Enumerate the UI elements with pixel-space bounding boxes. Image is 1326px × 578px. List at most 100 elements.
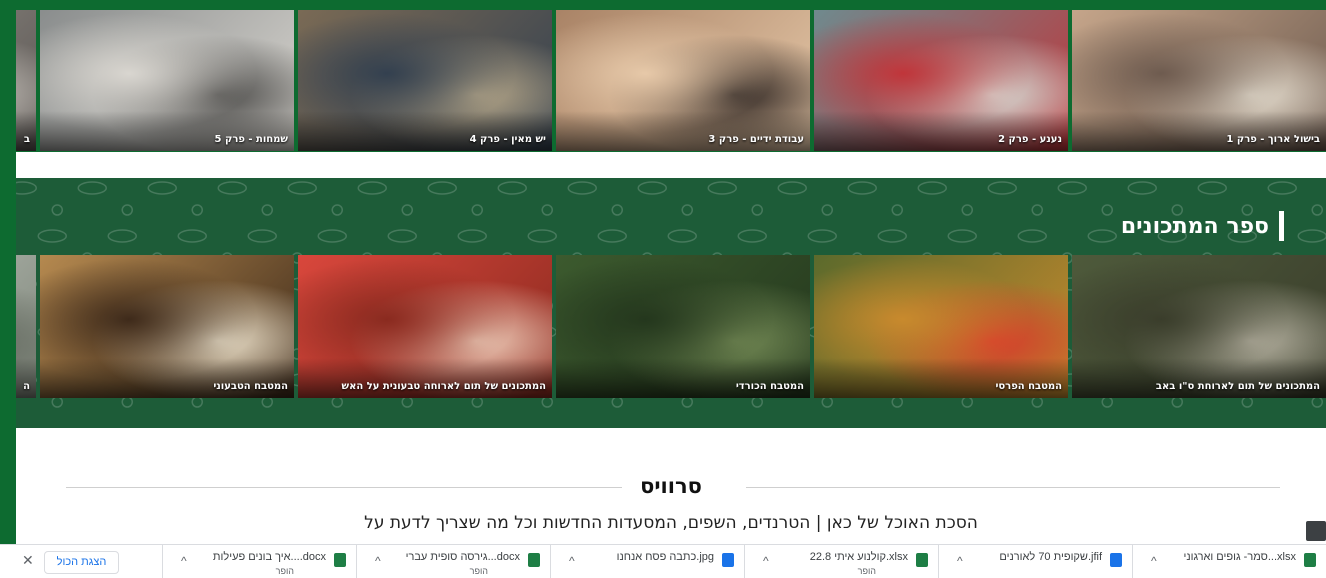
chevron-up-icon[interactable]: ^ bbox=[569, 554, 575, 568]
download-item[interactable]: xlsx.קולנוע איתי 22.8 הופר ^ bbox=[744, 545, 938, 578]
download-item[interactable]: jpg.כתבה פסח אנחנו ^ bbox=[550, 545, 744, 578]
pattern-shape bbox=[777, 181, 807, 195]
pattern-shape bbox=[1031, 204, 1043, 216]
chevron-up-icon[interactable]: ^ bbox=[181, 554, 187, 568]
pattern-shape bbox=[427, 181, 457, 195]
pattern-shape bbox=[1101, 396, 1113, 408]
pattern-shape bbox=[1017, 229, 1047, 243]
service-title[interactable]: סרוויס bbox=[16, 474, 1326, 498]
caption-shade bbox=[40, 358, 294, 398]
pattern-shape bbox=[877, 229, 907, 243]
pattern-shape bbox=[191, 204, 203, 216]
pattern-shape bbox=[611, 396, 623, 408]
pattern-shape bbox=[331, 396, 343, 408]
pattern-shape bbox=[597, 229, 627, 243]
pattern-shape bbox=[77, 181, 107, 195]
recipes-row: המתכונים של תום לארוחת ס"ו באב המטבח הפרס… bbox=[16, 255, 1326, 398]
pattern-shape bbox=[961, 204, 973, 216]
download-item[interactable]: docx...גירסה סופית עברי הופר ^ bbox=[356, 545, 550, 578]
recipe-card[interactable]: המטבח הכורדי bbox=[556, 255, 810, 398]
episode-card[interactable]: שמחות - פרק 5 bbox=[40, 10, 294, 151]
caption-shade bbox=[556, 358, 810, 398]
download-filename: jfif.שקופית 70 לאורנים bbox=[999, 551, 1102, 563]
pattern-shape bbox=[1057, 181, 1087, 195]
pattern-shape bbox=[1031, 396, 1043, 408]
download-filename: docx....איך בונים פעילות bbox=[212, 551, 326, 563]
pattern-shape bbox=[917, 181, 947, 195]
pattern-shape bbox=[1087, 229, 1117, 243]
pattern-shape bbox=[121, 204, 133, 216]
episode-caption: שמחות - פרק 5 bbox=[214, 134, 288, 145]
downloads-bar: ✕ הצגת הכול xlsx...סמר- גופים וארגוני ^ jf… bbox=[0, 544, 1326, 578]
pattern-shape bbox=[331, 204, 343, 216]
chevron-up-icon[interactable]: ^ bbox=[1151, 554, 1157, 568]
chevron-up-icon[interactable]: ^ bbox=[375, 554, 381, 568]
pattern-shape bbox=[947, 229, 977, 243]
episode-card[interactable]: יש מאין - פרק 4 bbox=[298, 10, 552, 151]
recipe-card[interactable]: המתכונים של תום לארוחת ס"ו באב bbox=[1072, 255, 1326, 398]
recipe-caption: המטבח הטבעוני bbox=[213, 381, 288, 392]
recipe-card[interactable]: המטבח הטבעוני bbox=[40, 255, 294, 398]
episode-caption: ב bbox=[23, 134, 30, 145]
recipe-card[interactable]: המטבח הפרסי bbox=[814, 255, 1068, 398]
pattern-shape bbox=[1267, 181, 1297, 195]
download-status: הופר bbox=[469, 566, 488, 576]
pattern-shape bbox=[457, 229, 487, 243]
caption-shade bbox=[1072, 111, 1326, 151]
recipe-caption: ה bbox=[23, 381, 30, 392]
pattern-shape bbox=[611, 204, 623, 216]
pattern-shape bbox=[987, 181, 1017, 195]
download-item[interactable]: docx....איך בונים פעילות הופר ^ bbox=[162, 545, 356, 578]
close-icon[interactable]: ✕ bbox=[22, 552, 34, 569]
pattern-shape bbox=[1311, 204, 1323, 216]
pattern-shape bbox=[891, 204, 903, 216]
download-item[interactable]: xlsx...סמר- גופים וארגוני ^ bbox=[1132, 545, 1326, 578]
show-all-button[interactable]: הצגת הכול bbox=[44, 551, 119, 574]
pattern-shape bbox=[567, 181, 597, 195]
pattern-shape bbox=[527, 229, 557, 243]
pattern-shape bbox=[51, 204, 63, 216]
pattern-shape bbox=[821, 204, 833, 216]
caption-shade bbox=[298, 358, 552, 398]
pattern-shape bbox=[287, 181, 317, 195]
pattern-shape bbox=[751, 204, 763, 216]
recipe-card[interactable]: ה bbox=[16, 255, 36, 398]
episode-card[interactable]: ב bbox=[16, 10, 36, 151]
word-icon bbox=[528, 553, 540, 567]
episodes-row: בישול ארוך - פרק 1 נענע - פרק 2 עבודת ידיי… bbox=[16, 10, 1326, 151]
caption-shade bbox=[814, 111, 1068, 151]
chevron-up-icon[interactable]: ^ bbox=[763, 554, 769, 568]
pattern-shape bbox=[1241, 396, 1253, 408]
episodes-section: בישול ארוך - פרק 1 נענע - פרק 2 עבודת ידיי… bbox=[16, 0, 1326, 163]
pattern-shape bbox=[637, 181, 667, 195]
caption-shade bbox=[814, 358, 1068, 398]
pattern-shape bbox=[497, 181, 527, 195]
pattern-shape bbox=[471, 396, 483, 408]
caption-shade bbox=[1072, 358, 1326, 398]
episode-card[interactable]: עבודת ידיים - פרק 3 bbox=[556, 10, 810, 151]
pattern-shape bbox=[401, 396, 413, 408]
recipe-caption: המתכונים של תום לארוחת ס"ו באב bbox=[1155, 381, 1320, 392]
excel-icon bbox=[916, 553, 928, 567]
caption-shade bbox=[16, 358, 36, 398]
recipe-caption: המטבח הכורדי bbox=[735, 381, 804, 392]
pattern-shape bbox=[471, 204, 483, 216]
image-file-icon bbox=[722, 553, 734, 567]
pattern-shape bbox=[121, 396, 133, 408]
episode-caption: יש מאין - פרק 4 bbox=[469, 134, 546, 145]
pattern-shape bbox=[847, 181, 877, 195]
pattern-shape bbox=[751, 396, 763, 408]
recipes-heading: ספר המתכונים bbox=[1121, 211, 1284, 241]
chevron-up-icon[interactable]: ^ bbox=[957, 554, 963, 568]
pattern-shape bbox=[737, 229, 767, 243]
side-widget[interactable] bbox=[1306, 521, 1326, 541]
pattern-shape bbox=[681, 396, 693, 408]
recipe-caption: המטבח הפרסי bbox=[995, 381, 1062, 392]
download-item[interactable]: jfif.שקופית 70 לאורנים ^ bbox=[938, 545, 1132, 578]
pattern-shape bbox=[261, 204, 273, 216]
episode-card[interactable]: בישול ארוך - פרק 1 bbox=[1072, 10, 1326, 151]
pattern-shape bbox=[541, 204, 553, 216]
pattern-shape bbox=[891, 396, 903, 408]
recipe-card[interactable]: המתכונים של תום לארוחה טבעונית על האש bbox=[298, 255, 552, 398]
episode-card[interactable]: נענע - פרק 2 bbox=[814, 10, 1068, 151]
